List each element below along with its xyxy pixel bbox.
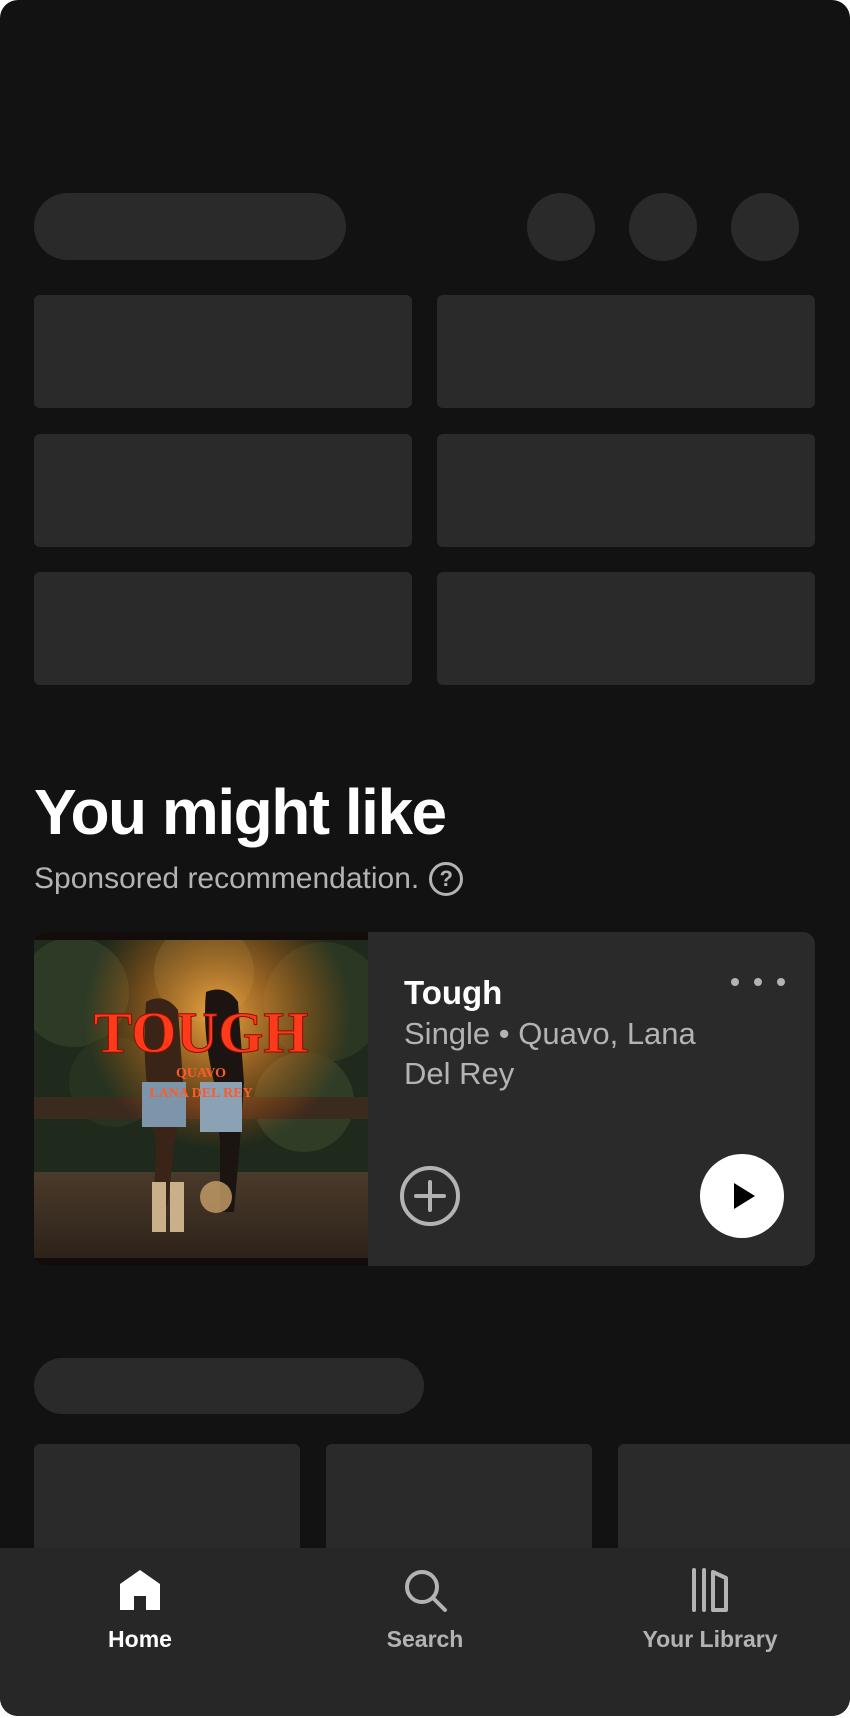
search-icon <box>405 1570 447 1612</box>
sponsored-label-row: Sponsored recommendation. ? <box>34 862 464 896</box>
play-button[interactable] <box>700 1154 784 1238</box>
skeleton-card <box>618 1444 850 1554</box>
app-screen: You might like Sponsored recommendation.… <box>0 0 850 1716</box>
skeleton-section-title <box>34 1358 424 1414</box>
skeleton-shortcut-tile <box>437 295 815 408</box>
section-title: You might like <box>34 776 447 848</box>
svg-text:TOUGH: TOUGH <box>94 1000 309 1065</box>
library-icon <box>692 1568 728 1612</box>
skeleton-shortcut-tile <box>34 295 412 408</box>
more-dot <box>777 978 785 986</box>
skeleton-card <box>326 1444 592 1554</box>
nav-label-your-library: Your Library <box>642 1626 778 1652</box>
skeleton-header-button <box>629 193 697 261</box>
nav-item-home[interactable]: Home <box>40 1548 240 1678</box>
home-icon <box>120 1570 160 1610</box>
track-title[interactable]: Tough <box>404 974 502 1012</box>
skeleton-header-button <box>731 193 799 261</box>
nav-item-your-library[interactable]: Your Library <box>610 1548 810 1678</box>
sponsored-label: Sponsored recommendation. <box>34 862 420 895</box>
skeleton-header-title <box>34 193 346 260</box>
track-subtitle: Single • Quavo, Lana Del Rey <box>404 1016 696 1091</box>
nav-label-home: Home <box>108 1626 172 1652</box>
play-icon <box>734 1183 755 1209</box>
skeleton-header-button <box>527 193 595 261</box>
nav-item-search[interactable]: Search <box>325 1548 525 1678</box>
nav-label-search: Search <box>386 1626 464 1652</box>
svg-text:LANA DEL REY: LANA DEL REY <box>149 1086 252 1101</box>
recommendation-card[interactable]: TOUGH QUAVO LANA DEL REY Tough Single • … <box>34 932 815 1266</box>
help-icon[interactable]: ? <box>429 862 464 896</box>
bottom-nav: Home Search Your Library <box>0 1548 850 1716</box>
more-dot <box>754 978 762 986</box>
skeleton-shortcut-tile <box>437 572 815 685</box>
skeleton-card <box>34 1444 300 1554</box>
skeleton-shortcut-tile <box>34 434 412 547</box>
more-horizontal-icon[interactable] <box>728 968 788 996</box>
svg-text:QUAVO: QUAVO <box>176 1066 226 1081</box>
plus-circle-icon[interactable] <box>398 1164 462 1228</box>
album-cover[interactable]: TOUGH QUAVO LANA DEL REY <box>34 932 368 1266</box>
skeleton-shortcut-tile <box>34 572 412 685</box>
more-dot <box>731 978 739 986</box>
skeleton-shortcut-tile <box>437 434 815 547</box>
